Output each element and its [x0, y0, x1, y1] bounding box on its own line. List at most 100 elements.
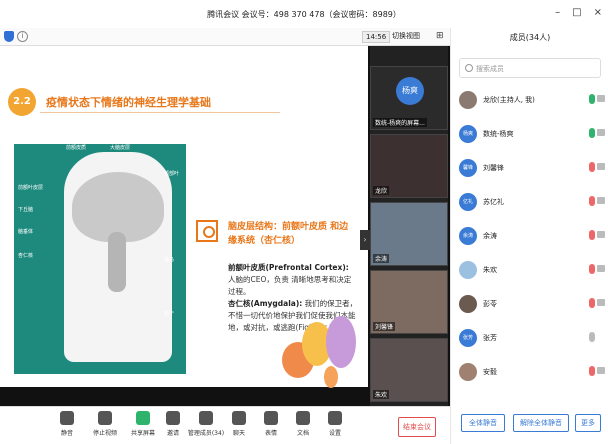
shared-slide: 2.2 疫情状态下情绪的神经生理学基础 前额皮质 大脑皮层 额部叶 前额叶皮层 …	[0, 46, 368, 428]
member-item[interactable]: 朱欢	[459, 256, 605, 286]
mic-muted-icon[interactable]	[589, 230, 595, 240]
share-screen-icon	[136, 411, 150, 425]
members-panel: 成员(34人) 搜索成员 龙欣(主持人, 我) 杨爽 数统-杨爽 馨锋 刘馨锋 …	[450, 28, 608, 444]
member-item[interactable]: 余涛 余涛	[459, 222, 605, 252]
member-name: 苏亿礼	[483, 198, 504, 206]
document-icon	[296, 411, 310, 425]
member-item[interactable]: 龙欣(主持人, 我)	[459, 86, 605, 116]
magnifier-icon	[196, 220, 218, 242]
shield-icon[interactable]	[4, 31, 14, 42]
brain-label: 杏仁核	[18, 253, 34, 259]
minimize-button[interactable]: –	[555, 7, 560, 18]
brain-label: 前额皮质	[66, 145, 87, 151]
member-item[interactable]: 安毅	[459, 358, 605, 388]
video-tile[interactable]: 龙欣	[370, 134, 448, 198]
members-title: 成员(34人)	[509, 33, 551, 42]
camera-icon[interactable]	[597, 367, 605, 374]
avatar	[459, 295, 477, 313]
avatar: 余涛	[459, 227, 477, 245]
video-name: 数统-杨爽的屏幕...	[373, 118, 427, 127]
member-name: 朱欢	[483, 266, 497, 274]
video-tile[interactable]: 朱欢	[370, 338, 448, 402]
avatar: 杨爽	[459, 125, 477, 143]
brain-label: 脑干	[164, 311, 175, 317]
mic-icon[interactable]	[589, 332, 595, 342]
mic-icon[interactable]	[589, 94, 595, 104]
title-bar: 腾讯会议 会议号：498 370 478（会议密码：8989） – □ ×	[0, 0, 608, 28]
camera-icon[interactable]	[597, 163, 605, 170]
avatar: 亿礼	[459, 193, 477, 211]
maximize-button[interactable]: □	[572, 7, 581, 18]
avatar	[459, 91, 477, 109]
brain-stem	[108, 232, 126, 292]
stop-video-button[interactable]: 停止视频	[88, 411, 122, 437]
meeting-timer: 14:56	[362, 31, 391, 43]
video-tile[interactable]: 杨爽 数统-杨爽的屏幕...	[370, 66, 448, 130]
member-item[interactable]: 彭苓	[459, 290, 605, 320]
end-meeting-button[interactable]: 结束会议	[398, 417, 436, 437]
mic-muted-icon[interactable]	[589, 298, 595, 308]
slide-title: 疫情状态下情绪的神经生理学基础	[46, 96, 211, 109]
video-name: 刘馨锋	[373, 322, 396, 331]
decor-tree-purple	[326, 316, 356, 368]
docs-button[interactable]: 文档	[286, 411, 320, 437]
para1-term: 前额叶皮质(Prefrontal Cortex):	[228, 263, 349, 272]
video-tile[interactable]: 刘馨锋	[370, 270, 448, 334]
gear-icon	[328, 411, 342, 425]
close-button[interactable]: ×	[594, 7, 602, 18]
mic-muted-icon[interactable]	[589, 264, 595, 274]
avatar: 张芳	[459, 329, 477, 347]
chat-button[interactable]: 聊天	[222, 411, 256, 437]
window-title: 腾讯会议 会议号：498 370 478（会议密码：8989）	[207, 9, 401, 19]
settings-button[interactable]: 设置	[318, 411, 352, 437]
member-item[interactable]: 杨爽 数统-杨爽	[459, 120, 605, 150]
avatar	[459, 363, 477, 381]
member-name: 数统-杨爽	[483, 130, 514, 138]
member-item[interactable]: 亿礼 苏亿礼	[459, 188, 605, 218]
member-name: 余涛	[483, 232, 497, 240]
mic-muted-icon[interactable]	[589, 366, 595, 376]
avatar: 杨爽	[396, 77, 424, 105]
mic-icon[interactable]	[589, 128, 595, 138]
more-button[interactable]: 更多	[575, 414, 601, 432]
mute-button[interactable]: 静音	[50, 411, 84, 437]
switch-view-button[interactable]: 切换视图	[392, 31, 420, 41]
camera-icon[interactable]	[597, 231, 605, 238]
mic-muted-icon[interactable]	[589, 196, 595, 206]
collapse-video-button[interactable]: ›	[360, 230, 370, 250]
video-name: 龙欣	[373, 186, 390, 195]
chat-icon	[232, 411, 246, 425]
share-screen-button[interactable]: 共享屏幕	[126, 411, 160, 437]
unmute-all-button[interactable]: 解除全体静音	[513, 414, 569, 432]
camera-icon[interactable]	[597, 299, 605, 306]
member-name: 龙欣(主持人, 我)	[483, 96, 535, 104]
stage-toolbar: i 14:56 切换视图 ⊞	[0, 28, 450, 46]
member-name: 彭苓	[483, 300, 497, 308]
slide-heading: 脑皮层结构：前额叶皮质 和边缘系统（杏仁核）	[228, 222, 349, 246]
video-tile[interactable]: 余涛	[370, 202, 448, 266]
slide-divider	[40, 112, 280, 113]
mic-icon	[60, 411, 74, 425]
manage-members-button[interactable]: 管理成员(34)	[186, 411, 226, 437]
mic-muted-icon[interactable]	[589, 162, 595, 172]
emoji-button[interactable]: 表情	[254, 411, 288, 437]
info-icon[interactable]: i	[17, 31, 28, 42]
avatar: 馨锋	[459, 159, 477, 177]
members-icon	[199, 411, 213, 425]
camera-icon[interactable]	[597, 265, 605, 272]
para1-text: 人脑的CEO，负责 清晰地思考和决定过程。	[228, 275, 352, 296]
invite-button[interactable]: 邀请	[156, 411, 190, 437]
member-name: 安毅	[483, 368, 497, 376]
member-item[interactable]: 馨锋 刘馨锋	[459, 154, 605, 184]
camera-icon[interactable]	[597, 129, 605, 136]
member-item[interactable]: 张芳 张芳	[459, 324, 605, 354]
slide-number: 2.2	[8, 88, 36, 116]
search-input[interactable]: 搜索成员	[459, 58, 601, 78]
camera-icon[interactable]	[597, 95, 605, 102]
camera-icon	[98, 411, 112, 425]
head-silhouette	[64, 152, 172, 362]
camera-icon[interactable]	[597, 197, 605, 204]
brain-label: 额部叶	[164, 171, 180, 177]
mute-all-button[interactable]: 全体静音	[461, 414, 505, 432]
grid-icon[interactable]: ⊞	[436, 31, 444, 41]
